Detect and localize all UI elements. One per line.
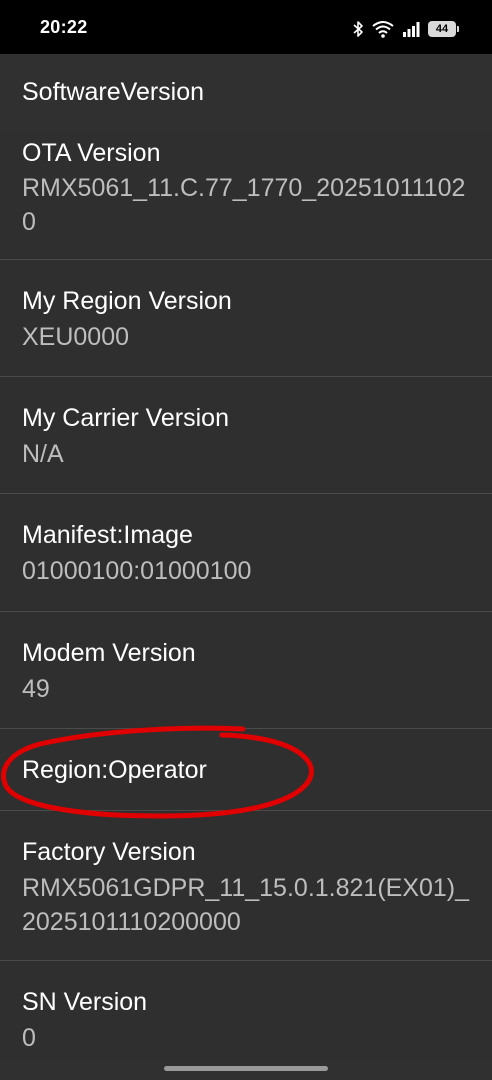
version-list[interactable]: OTA Version RMX5061_11.C.77_1770_2025101… <box>0 131 492 1061</box>
list-item-sn-version[interactable]: SN Version 0 <box>0 961 492 1061</box>
item-value: XEU0000 <box>22 323 130 351</box>
screen: 20:22 44 SoftwareVersion OTA Version RMX… <box>0 0 492 1080</box>
list-item-my-carrier-version[interactable]: My Carrier Version N/A <box>0 377 492 494</box>
item-title: Modem Version <box>22 639 196 667</box>
page-title: SoftwareVersion <box>22 78 205 106</box>
signal-icon <box>402 20 420 38</box>
item-title: Manifest:Image <box>22 521 193 549</box>
item-title: My Region Version <box>22 287 232 315</box>
item-value: 0 <box>22 1024 36 1052</box>
item-title: Region:Operator <box>22 756 207 784</box>
list-item-my-region-version[interactable]: My Region Version XEU0000 <box>0 260 492 377</box>
item-title: Factory Version <box>22 838 196 866</box>
battery-level: 44 <box>435 23 449 35</box>
list-item-ota-version[interactable]: OTA Version RMX5061_11.C.77_1770_2025101… <box>0 131 492 260</box>
navigation-bar <box>0 1061 492 1080</box>
bluetooth-icon <box>352 20 364 38</box>
wifi-icon <box>372 20 394 38</box>
list-item-region-operator[interactable]: Region:Operator <box>0 729 492 811</box>
status-icons: 44 <box>352 18 459 40</box>
item-value: RMX5061GDPR_11_15.0.1.821(EX01)_20251011… <box>22 874 470 936</box>
list-item-modem-version[interactable]: Modem Version 49 <box>0 612 492 729</box>
list-item-manifest-image[interactable]: Manifest:Image 01000100:01000100 <box>0 494 492 612</box>
battery-icon: 44 <box>428 21 459 37</box>
list-item-factory-version[interactable]: Factory Version RMX5061GDPR_11_15.0.1.82… <box>0 811 492 961</box>
item-value: RMX5061_11.C.77_1770_202510111020 <box>22 174 466 236</box>
battery-nub <box>457 26 459 32</box>
item-title: My Carrier Version <box>22 404 229 432</box>
home-handle[interactable] <box>164 1066 328 1071</box>
item-value: 49 <box>22 675 50 703</box>
status-time: 20:22 <box>40 17 88 37</box>
item-title: OTA Version <box>22 139 161 167</box>
item-title: SN Version <box>22 988 148 1016</box>
app-bar: SoftwareVersion <box>0 54 492 131</box>
item-value: 01000100:01000100 <box>22 557 252 585</box>
status-bar: 20:22 44 <box>0 0 492 54</box>
item-value: N/A <box>22 440 64 468</box>
